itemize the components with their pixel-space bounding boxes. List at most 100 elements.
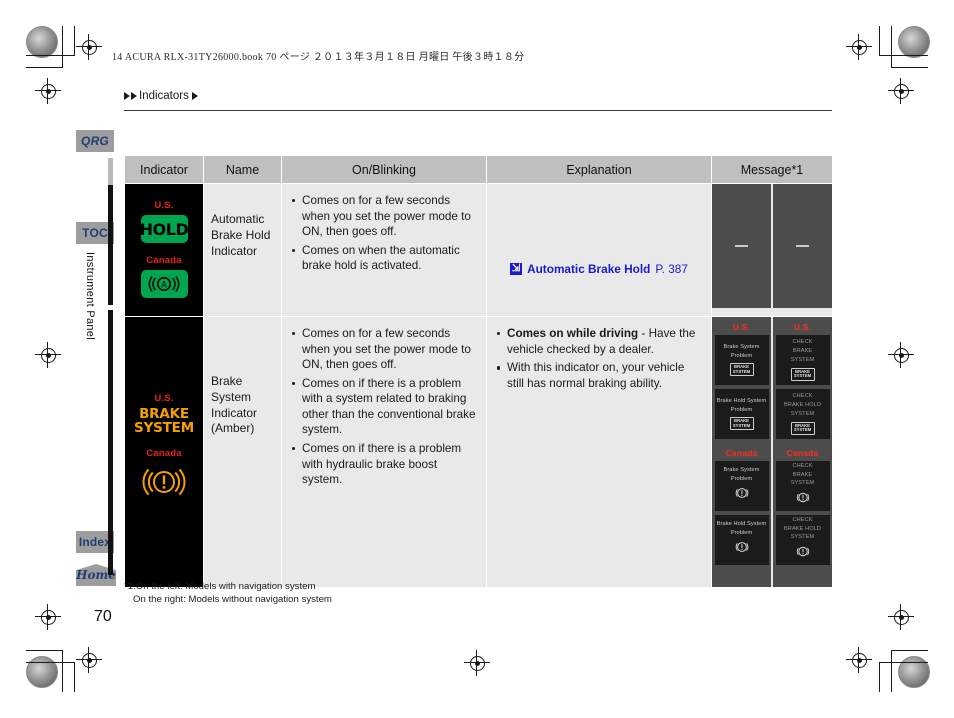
mini-badge-line: SYSTEM [732, 368, 751, 374]
link-text: Automatic Brake Hold [527, 262, 651, 276]
footnote-line-1: *1:On the left: Models with navigation s… [124, 581, 316, 592]
print-control-dot [26, 26, 58, 58]
column-header-on-blinking: On/Blinking [281, 155, 487, 184]
footnote: *1:On the left: Models with navigation s… [124, 581, 332, 607]
on-blinking-list: Comes on for a few seconds when you set … [291, 326, 478, 488]
screen-line: BRAKE HOLD [783, 525, 822, 532]
sidebar-tab-qrg[interactable]: QRG [76, 130, 114, 152]
print-control-dot [898, 656, 930, 688]
explanation-reference-link[interactable]: ⇲ Automatic Brake Hold P. 387 [487, 184, 711, 276]
hold-badge-text: HOLD [139, 219, 189, 239]
brake-warning-circle-icon [795, 545, 811, 563]
page-number: 70 [94, 608, 112, 625]
crop-line [62, 26, 63, 68]
region-label-canada: Canada [786, 448, 819, 458]
brake-warning-circle-icon [734, 540, 750, 559]
crop-line [74, 662, 75, 692]
screen-line: SYSTEM [790, 480, 815, 487]
column-header-explanation: Explanation [486, 155, 712, 184]
registration-mark [888, 342, 914, 368]
crop-line [879, 662, 880, 692]
message-panel-without-navigation: U.S. CHECK BRAKE SYSTEM BRAKE SYSTEM CHE… [773, 317, 832, 587]
table-header-row: Indicator Name On/Blinking Explanation M… [124, 155, 833, 184]
explanation-text: With this indicator on, your vehicle sti… [507, 361, 685, 390]
print-control-dot [26, 656, 58, 688]
book-header-line: 14 ACURA RLX-31TY26000.book 70 ページ ２０１３年… [112, 52, 525, 63]
screen-line: Brake Hold System [716, 520, 767, 527]
crop-line [891, 650, 892, 692]
message-screen: Brake Hold System Problem BRAKE SYSTEM [714, 389, 769, 439]
indicator-graphic-group: U.S. BRAKE SYSTEM Canada [125, 317, 203, 506]
region-label-us: U.S. [154, 393, 174, 404]
crop-line [62, 650, 63, 692]
screen-line: Brake System [723, 343, 760, 350]
list-item: Comes on if there is a problem with hydr… [291, 441, 478, 488]
registration-mark [888, 604, 914, 630]
mini-badge-line: SYSTEM [732, 422, 751, 428]
message-screen: CHECK BRAKE SYSTEM BRAKE SYSTEM [775, 335, 830, 385]
message-screen: CHECK BRAKE SYSTEM [775, 461, 830, 511]
mini-badge-line: SYSTEM [793, 427, 812, 433]
manual-page: 14 ACURA RLX-31TY26000.book 70 ページ ２０１３年… [0, 0, 954, 718]
region-label-us: U.S. [732, 322, 751, 332]
screen-line: CHECK [792, 516, 813, 523]
message-panel-without-navigation [773, 184, 832, 308]
column-header-message: Message*1 [711, 155, 833, 184]
explanation-list: Comes on while driving - Have the vehicl… [496, 326, 703, 391]
header-rule [124, 110, 832, 111]
region-label-canada: Canada [146, 447, 182, 459]
screen-line: SYSTEM [790, 410, 815, 417]
sidebar-section-bar-active [108, 310, 113, 575]
column-header-indicator: Indicator [124, 155, 204, 184]
name-cell: Brake System Indicator (Amber) [203, 316, 282, 588]
indicators-table: Indicator Name On/Blinking Explanation M… [124, 155, 833, 588]
crop-line [26, 67, 63, 68]
link-page-ref: P. 387 [655, 262, 688, 276]
explanation-cell: ⇲ Automatic Brake Hold P. 387 [486, 183, 712, 317]
list-item: Comes on while driving - Have the vehicl… [496, 326, 703, 357]
indicator-name-brake-system: Brake System Indicator (Amber) [211, 374, 258, 436]
crop-line [891, 650, 928, 651]
indicator-cell-brake-system: U.S. BRAKE SYSTEM Canada [124, 316, 204, 588]
screen-line: Problem [730, 529, 753, 536]
mini-badge-line: SYSTEM [793, 373, 812, 379]
crop-line [879, 55, 928, 56]
list-item: Comes on when the automatic brake hold i… [291, 243, 478, 274]
crop-line [74, 26, 75, 56]
list-item: Comes on for a few seconds when you set … [291, 326, 478, 373]
no-message-dash [735, 245, 748, 247]
list-item: With this indicator on, your vehicle sti… [496, 360, 703, 391]
region-label-us: U.S. [154, 200, 174, 211]
crop-line [26, 662, 75, 663]
screen-line: Problem [730, 475, 753, 482]
sidebar-section-bar-active [108, 185, 113, 305]
brake-system-mini-icon: BRAKE SYSTEM [729, 363, 754, 377]
hold-indicator-icon: HOLD [139, 215, 189, 243]
screen-line: SYSTEM [790, 356, 815, 363]
registration-mark [846, 34, 872, 60]
brake-system-mini-icon: BRAKE SYSTEM [790, 421, 815, 435]
brake-system-mini-icon: BRAKE SYSTEM [729, 417, 754, 431]
message-screen: CHECK BRAKE HOLD SYSTEM [775, 515, 830, 565]
registration-mark [76, 647, 102, 673]
triangle-right-icon [191, 92, 198, 100]
triangle-right-icon [124, 92, 130, 100]
crop-line [879, 662, 928, 663]
explanation-emphasis: Comes on while driving [507, 327, 639, 340]
screen-line: Brake Hold System [716, 397, 767, 404]
message-screen: Brake Hold System Problem [714, 515, 769, 565]
breadcrumb-label: Indicators [139, 90, 189, 102]
message-panel-with-navigation: U.S. Brake System Problem BRAKE SYSTEM B… [712, 317, 771, 587]
jump-link-icon: ⇲ [510, 263, 523, 275]
brake-system-mini-icon: BRAKE SYSTEM [790, 367, 815, 381]
screen-line: BRAKE [792, 471, 813, 478]
registration-mark [35, 604, 61, 630]
screen-line: Problem [730, 406, 753, 413]
screen-line: BRAKE [792, 348, 813, 355]
message-panel-with-navigation [712, 184, 771, 308]
breadcrumb: Indicators [124, 90, 198, 102]
screen-line: Problem [730, 352, 753, 359]
crop-line [26, 55, 75, 56]
column-header-name: Name [203, 155, 282, 184]
brake-system-warning-icon [141, 463, 187, 506]
